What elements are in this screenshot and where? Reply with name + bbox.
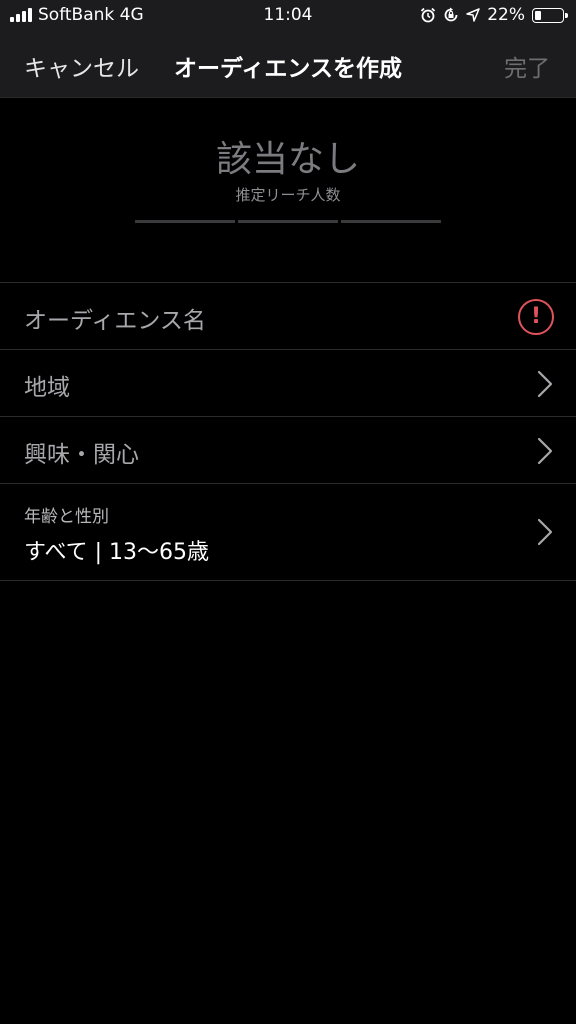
battery-icon: [532, 7, 568, 23]
audience-name-row[interactable]: オーディエンス名 !: [0, 283, 576, 350]
region-label: 地域: [24, 375, 70, 401]
chevron-right-icon: [537, 437, 553, 465]
battery-percent: 22%: [487, 5, 525, 25]
chevron-right-icon: [537, 370, 553, 398]
chevron-right-icon: [537, 518, 553, 546]
status-icons: 22%: [420, 5, 568, 25]
location-arrow-icon: [466, 8, 480, 22]
alert-icon: !: [518, 299, 554, 335]
page-title: オーディエンスを作成: [174, 56, 402, 82]
age-gender-label: 年齢と性別: [24, 507, 109, 527]
alarm-icon: [421, 7, 436, 23]
region-row[interactable]: 地域: [0, 350, 576, 417]
interests-label: 興味・関心: [24, 442, 139, 468]
interests-row[interactable]: 興味・関心: [0, 417, 576, 484]
reach-meter-segment: [341, 220, 441, 223]
age-gender-row[interactable]: 年齢と性別 すべて | 13〜65歳: [0, 484, 576, 581]
audience-name-label: オーディエンス名: [24, 308, 206, 334]
reach-label: 推定リーチ人数: [235, 186, 341, 204]
reach-estimate: 該当なし 推定リーチ人数: [0, 98, 576, 280]
navigation-bar: キャンセル オーディエンスを作成 完了: [0, 32, 576, 98]
reach-meter: [135, 220, 441, 223]
status-bar: SoftBank 4G 11:04 22%: [0, 0, 576, 32]
rotation-lock-icon: [444, 7, 458, 22]
age-gender-value: すべて | 13〜65歳: [24, 540, 209, 565]
reach-meter-segment: [135, 220, 235, 223]
done-button[interactable]: 完了: [504, 49, 550, 83]
reach-meter-segment: [238, 220, 338, 223]
reach-value: 該当なし: [215, 139, 360, 180]
audience-settings-list: オーディエンス名 ! 地域 興味・関心 年齢と性別 すべて | 13〜65歳: [0, 282, 576, 581]
